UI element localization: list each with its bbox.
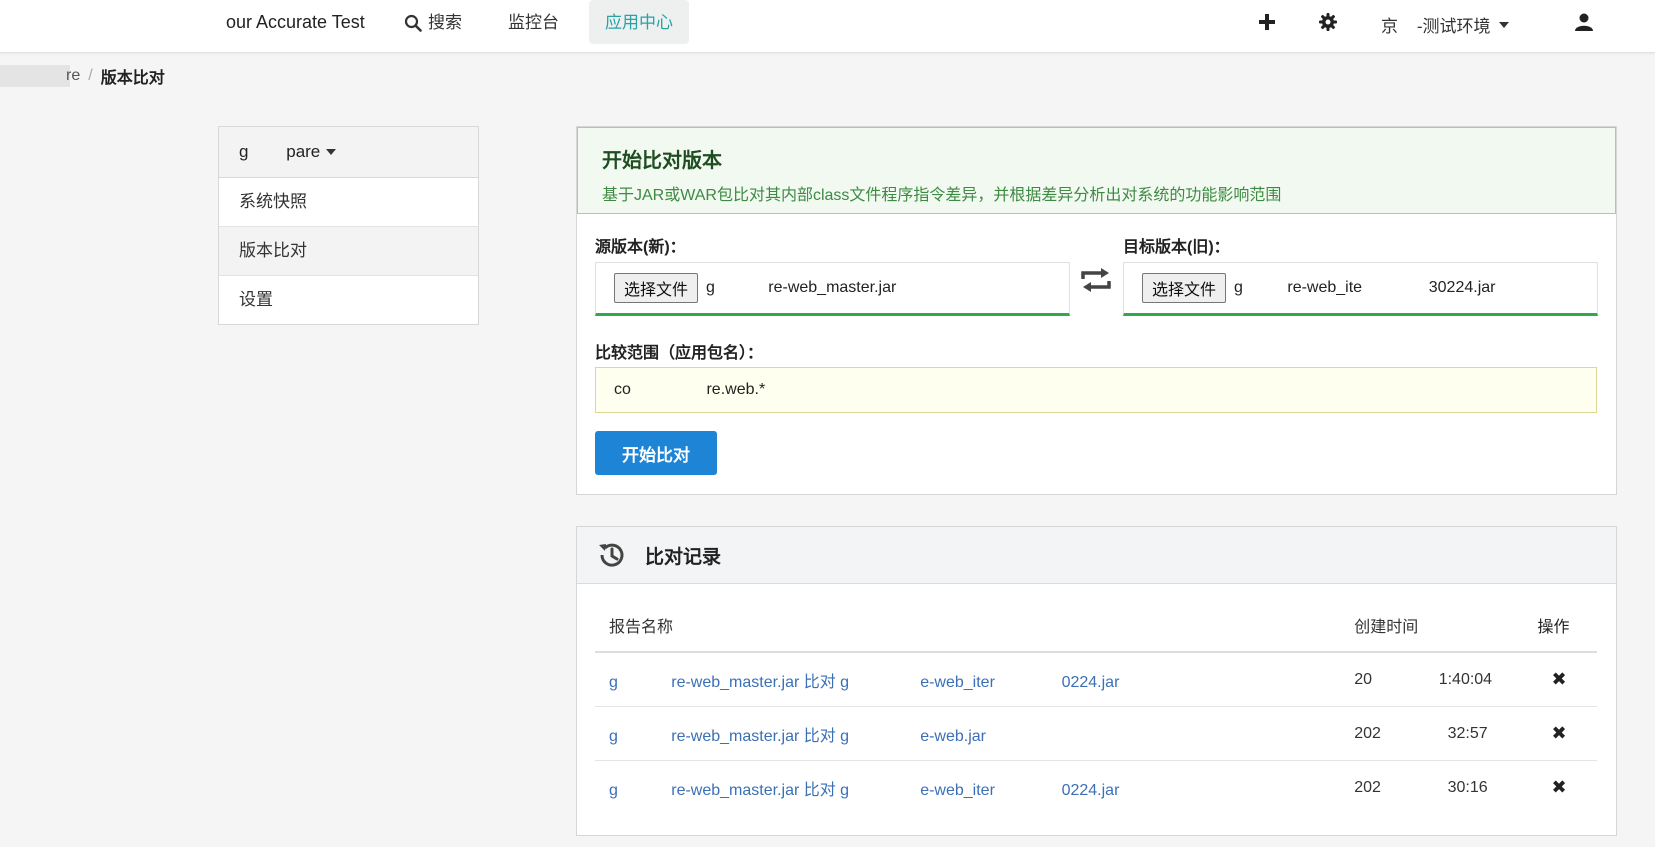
compare-notice: 开始比对版本 基于JAR或WAR包比对其内部class文件程序指令差异，并根据差… [577, 127, 1616, 214]
compare-description: 基于JAR或WAR包比对其内部class文件程序指令差异，并根据差异分析出对系统… [602, 187, 1282, 204]
target-choose-file-button[interactable]: 选择文件 [1142, 273, 1227, 303]
source-file-name: g re-web_master.jar [706, 279, 897, 296]
side-item-settings[interactable]: 设置 [219, 276, 478, 324]
created-time: 20 1:40:04 [1354, 670, 1493, 688]
col-report-name: 报告名称 [609, 619, 674, 636]
report-link[interactable]: g re-web_master.jar 比对 g e-web_iter 0224… [595, 668, 1354, 692]
brand-title[interactable]: our Accurate Test [226, 12, 365, 33]
nav-search-label: 搜索 [428, 13, 462, 32]
target-version-label: 目标版本(旧)： [1123, 239, 1230, 256]
nav-app-center[interactable]: 应用中心 [589, 0, 689, 44]
side-item-snapshot[interactable]: 系统快照 [219, 178, 478, 227]
table-row: g re-web_master.jar 比对 g e-web.jar 202 3… [595, 707, 1597, 761]
target-file-name: g re-web_ite 30224.jar [1234, 279, 1496, 296]
chevron-down-icon [326, 149, 337, 155]
source-file-input[interactable]: 选择文件 g re-web_master.jar [595, 262, 1070, 316]
compare-panel: 开始比对版本 基于JAR或WAR包比对其内部class文件程序指令差异，并根据差… [576, 126, 1617, 495]
search-icon [404, 14, 422, 32]
breadcrumb: re / 版本比对 [0, 64, 165, 88]
top-navbar: our Accurate Test 搜索 监控台 应用中心 京 -测试环境 [0, 0, 1655, 53]
user-icon[interactable] [1573, 11, 1595, 33]
created-time: 202 30:16 [1354, 778, 1488, 796]
breadcrumb-separator: / [88, 67, 93, 84]
actions-cell: ✖ [1538, 777, 1597, 798]
delete-icon[interactable]: ✖ [1538, 777, 1567, 798]
side-item-compare[interactable]: 版本比对 [219, 227, 478, 276]
records-panel: 比对记录 报告名称 创建时间 操作 g re-web_master.jar 比对… [576, 526, 1617, 836]
history-icon [599, 543, 624, 567]
records-title: 比对记录 [645, 546, 722, 568]
delete-icon[interactable]: ✖ [1538, 723, 1567, 744]
target-file-input[interactable]: 选择文件 g re-web_ite 30224.jar [1123, 262, 1598, 316]
breadcrumb-current: 版本比对 [100, 70, 165, 87]
records-header: 比对记录 [577, 527, 1616, 584]
chevron-down-icon [1498, 21, 1509, 28]
swap-icon[interactable] [1079, 267, 1113, 293]
created-time: 202 32:57 [1354, 724, 1488, 742]
gear-icon[interactable] [1317, 11, 1339, 33]
app-selector[interactable]: g pare [219, 127, 478, 178]
table-header-row: 报告名称 创建时间 操作 [595, 599, 1597, 653]
scope-input[interactable]: co re.web.* [595, 367, 1597, 413]
report-link[interactable]: g re-web_master.jar 比对 g e-web.jar [595, 722, 1354, 746]
breadcrumb-parent[interactable]: re [66, 67, 80, 85]
side-menu: g pare 系统快照 版本比对 设置 [218, 126, 479, 325]
nav-search[interactable]: 搜索 [388, 0, 478, 45]
start-compare-button[interactable]: 开始比对 [595, 431, 717, 475]
actions-cell: ✖ [1538, 669, 1597, 690]
nav-monitor[interactable]: 监控台 [492, 0, 575, 45]
source-choose-file-button[interactable]: 选择文件 [614, 273, 699, 303]
col-actions: 操作 [1537, 619, 1570, 636]
actions-cell: ✖ [1538, 723, 1597, 744]
environment-label: 京 -测试环境 [1381, 17, 1491, 36]
table-row: g re-web_master.jar 比对 g e-web_iter 0224… [595, 761, 1597, 814]
delete-icon[interactable]: ✖ [1538, 669, 1567, 690]
redacted-block [0, 65, 70, 87]
environment-switcher[interactable]: 京 -测试环境 [1381, 12, 1509, 37]
report-link[interactable]: g re-web_master.jar 比对 g e-web_iter 0224… [595, 776, 1354, 800]
table-row: g re-web_master.jar 比对 g e-web_iter 0224… [595, 653, 1597, 707]
compare-title: 开始比对版本 [602, 150, 722, 172]
col-created-time: 创建时间 [1354, 619, 1419, 636]
scope-label: 比较范围（应用包名）： [595, 345, 764, 362]
source-version-label: 源版本(新)： [595, 239, 686, 256]
add-icon[interactable] [1256, 11, 1278, 33]
records-table: 报告名称 创建时间 操作 g re-web_master.jar 比对 g e-… [595, 599, 1597, 814]
app-selector-label: g pare [239, 142, 321, 161]
